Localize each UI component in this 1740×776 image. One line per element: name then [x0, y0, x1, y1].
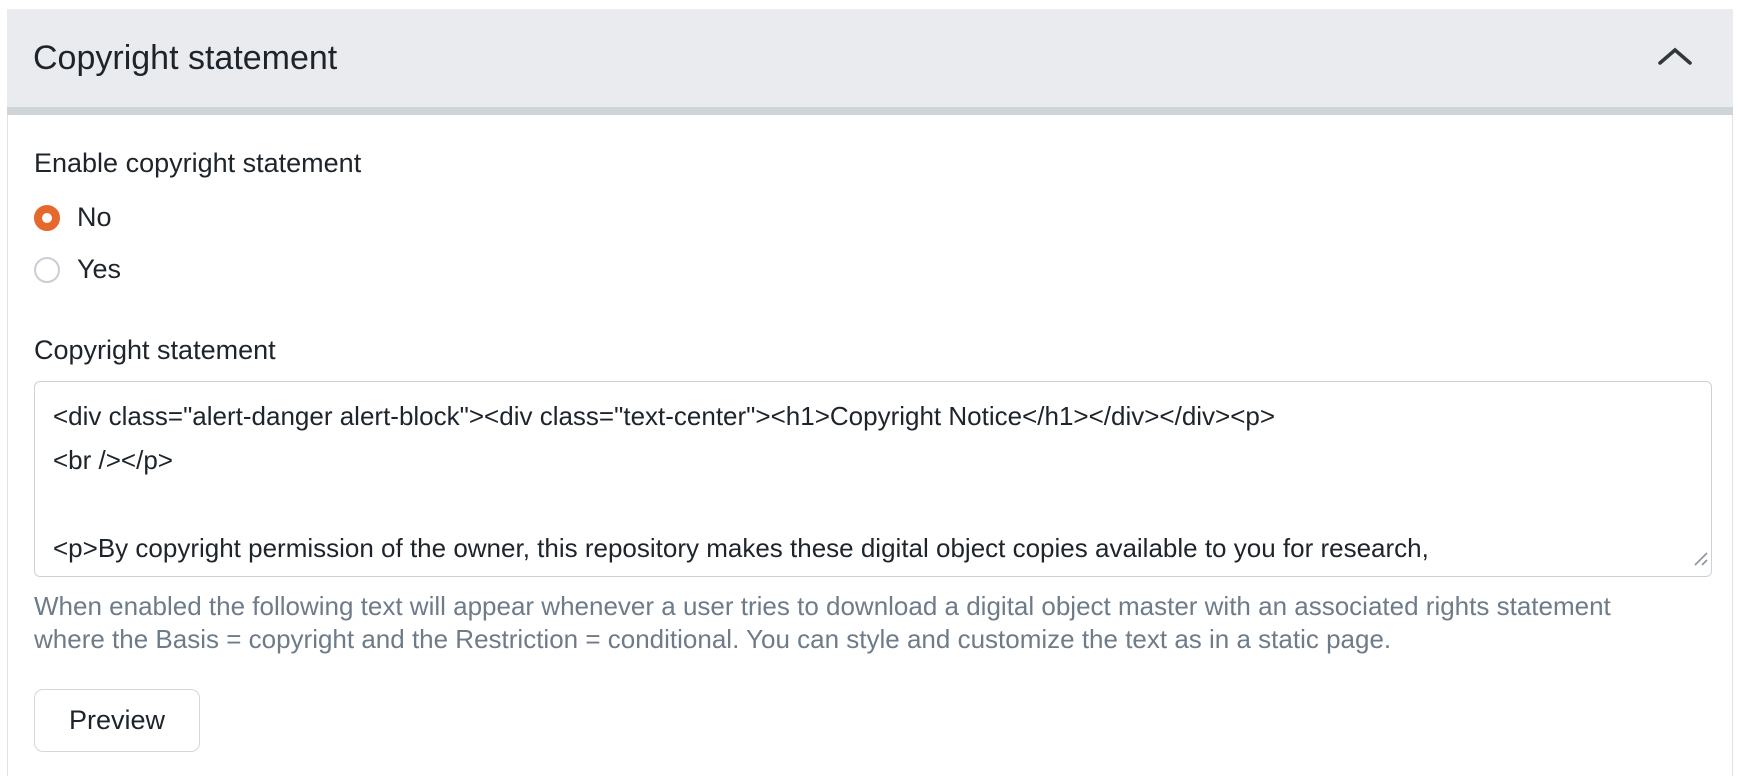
help-text-line-1: When enabled the following text will app…: [34, 590, 1708, 623]
copyright-statement-label: Copyright statement: [34, 332, 1708, 368]
help-text-line-2: where the Basis = copyright and the Rest…: [34, 623, 1708, 656]
panel-title: Copyright statement: [33, 39, 337, 78]
accordion-header[interactable]: Copyright statement: [7, 9, 1733, 107]
enable-copyright-label: Enable copyright statement: [34, 145, 1708, 181]
copyright-statement-textarea[interactable]: <div class="alert-danger alert-block"><d…: [34, 381, 1712, 577]
textarea-container: <div class="alert-danger alert-block"><d…: [34, 381, 1712, 577]
header-divider: [7, 107, 1733, 115]
resize-handle-icon[interactable]: [1692, 550, 1708, 571]
radio-option-yes[interactable]: Yes: [34, 254, 1708, 285]
chevron-up-icon[interactable]: [1657, 45, 1693, 72]
help-text: When enabled the following text will app…: [34, 590, 1708, 656]
radio-option-no[interactable]: No: [34, 202, 1708, 233]
radio-yes-label[interactable]: Yes: [77, 254, 121, 285]
radio-no-label[interactable]: No: [77, 202, 112, 233]
copyright-statement-panel: Copyright statement Enable copyright sta…: [7, 9, 1733, 776]
panel-body: Enable copyright statement No Yes Copyri…: [7, 115, 1733, 776]
radio-no-selected-icon[interactable]: [34, 205, 60, 231]
preview-button[interactable]: Preview: [34, 689, 200, 752]
radio-yes-unselected-icon[interactable]: [34, 257, 60, 283]
